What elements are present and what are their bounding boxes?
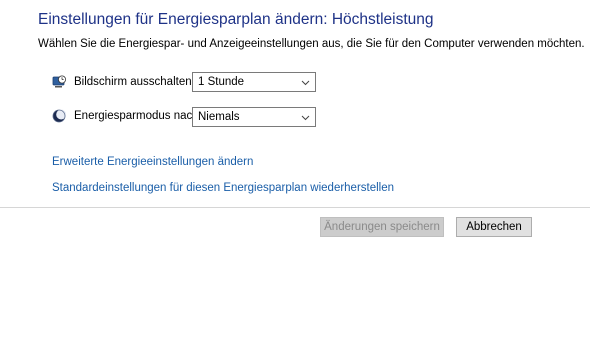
sleep-after-value: Niemals: [198, 111, 240, 123]
sleep-after-select[interactable]: Niemals: [192, 107, 316, 127]
divider: [0, 207, 590, 208]
save-changes-button[interactable]: Änderungen speichern: [320, 217, 444, 237]
chevron-down-icon: [301, 78, 310, 86]
chevron-down-icon: [301, 113, 310, 121]
page-title: Einstellungen für Energiesparplan ändern…: [38, 11, 434, 28]
moon-icon: [52, 109, 67, 123]
advanced-settings-link[interactable]: Erweiterte Energieeinstellungen ändern: [52, 156, 253, 168]
sleep-after-row: Energiesparmodus nach:: [52, 105, 202, 127]
display-off-select[interactable]: 1 Stunde: [192, 72, 316, 92]
restore-defaults-link[interactable]: Standardeinstellungen für diesen Energie…: [52, 182, 394, 194]
power-plan-settings-page: Einstellungen für Energiesparplan ändern…: [0, 0, 590, 338]
cancel-button[interactable]: Abbrechen: [456, 217, 532, 237]
display-off-value: 1 Stunde: [198, 76, 245, 88]
display-off-label: Bildschirm ausschalten:: [74, 76, 195, 88]
page-subtitle: Wählen Sie die Energiespar- und Anzeigee…: [38, 38, 585, 50]
display-clock-icon: [52, 75, 66, 89]
sleep-after-label: Energiesparmodus nach:: [74, 110, 202, 122]
display-off-row: Bildschirm ausschalten:: [52, 71, 198, 93]
